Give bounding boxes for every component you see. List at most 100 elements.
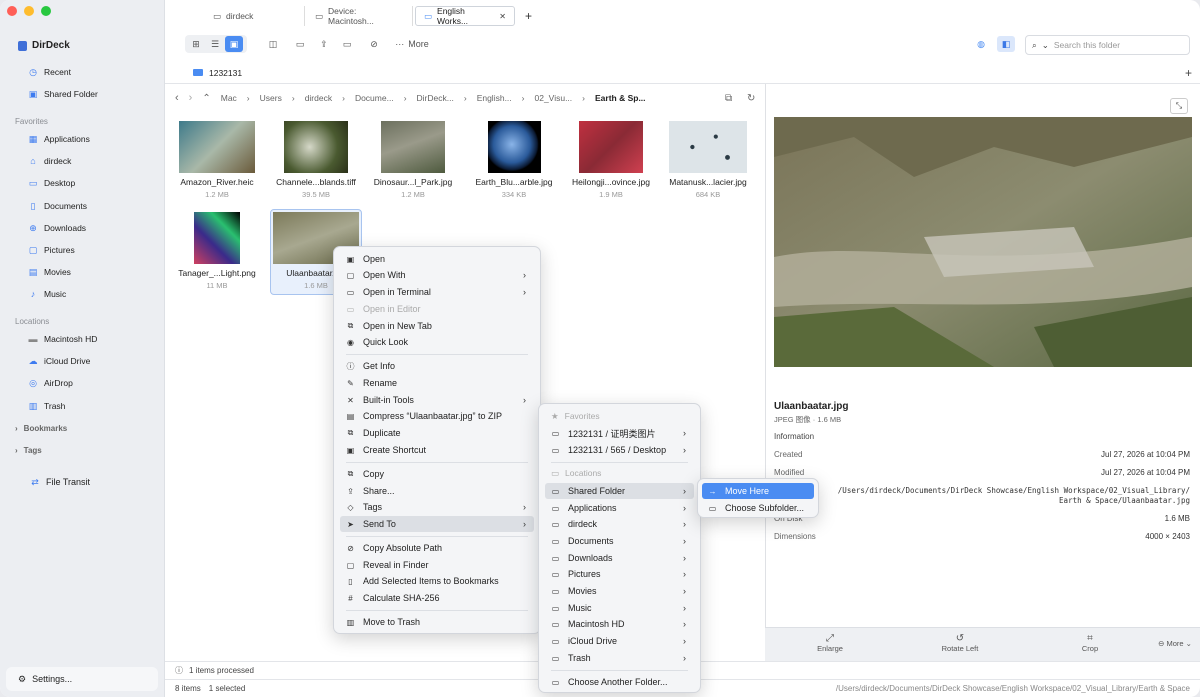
- menu-item-open-with[interactable]: ▢ Open With ›: [340, 267, 534, 283]
- file-item[interactable]: Earth_Blu...arble.jpg 334 KB: [469, 121, 559, 199]
- menu-item-copy[interactable]: ⧉ Copy: [340, 466, 534, 482]
- sidebar-item-dirdeck[interactable]: ⌂ dirdeck: [28, 153, 71, 169]
- menu-item-create-shortcut[interactable]: ▣ Create Shortcut: [340, 442, 534, 458]
- menu-item-add-bookmarks[interactable]: ▯ Add Selected Items to Bookmarks: [340, 573, 534, 589]
- sidebar-item-downloads[interactable]: ⊕ Downloads: [28, 220, 86, 236]
- location-folder-label[interactable]: 1232131: [209, 68, 242, 78]
- new-tab-button[interactable]: +: [517, 6, 537, 26]
- send-to-location[interactable]: ▭ Downloads ›: [545, 550, 694, 566]
- list-view-button[interactable]: ☰: [206, 36, 224, 52]
- new-folder-button[interactable]: ▭: [291, 36, 309, 52]
- sidebar-item-icloud-drive[interactable]: ☁ iCloud Drive: [28, 353, 91, 369]
- breadcrumb-item[interactable]: Mac: [221, 93, 237, 103]
- tab-english-workspace[interactable]: ▭ English Works... ✕: [415, 6, 515, 26]
- file-item[interactable]: Amazon_River.heic 1.2 MB: [172, 121, 262, 199]
- menu-item-share[interactable]: ⇪ Share...: [340, 483, 534, 499]
- sidebar-item-airdrop[interactable]: ◎ AirDrop: [28, 375, 73, 391]
- sidebar-item-desktop[interactable]: ▭ Desktop: [28, 175, 75, 191]
- send-to-shared-folder[interactable]: ▭ Shared Folder ›: [545, 483, 694, 499]
- close-tab-icon[interactable]: ✕: [499, 12, 506, 21]
- minimize-window-button[interactable]: [24, 6, 34, 16]
- sidebar-item-movies[interactable]: ▤ Movies: [28, 264, 71, 280]
- menu-item-open-in-terminal[interactable]: ▭ Open in Terminal ›: [340, 284, 534, 300]
- file-item[interactable]: Dinosaur...l_Park.jpg 1.2 MB: [368, 121, 458, 199]
- expand-preview-button[interactable]: ⤡: [1170, 98, 1188, 114]
- send-to-favorite[interactable]: ▭ 1232131 / 证明类图片 ›: [545, 425, 694, 441]
- send-to-favorite[interactable]: ▭ 1232131 / 565 / Desktop ›: [545, 442, 694, 458]
- sidebar-item-trash[interactable]: ▥ Trash: [28, 398, 66, 414]
- send-to-location[interactable]: ▭ Applications ›: [545, 500, 694, 516]
- more-preview-button[interactable]: ⊖ More ⌄: [1150, 639, 1200, 648]
- send-to-location[interactable]: ▭ Trash ›: [545, 650, 694, 666]
- add-location-button[interactable]: +: [1185, 66, 1192, 80]
- breadcrumb-item[interactable]: Users: [260, 93, 282, 103]
- menu-item-built-in-tools[interactable]: ✕ Built-in Tools ›: [340, 392, 534, 408]
- sidebar-item-documents[interactable]: ▯ Documents: [28, 198, 87, 214]
- share-toolbar-button[interactable]: ⇪: [315, 36, 333, 52]
- crop-button[interactable]: ⌗ Crop: [1060, 633, 1120, 653]
- menu-item-rename[interactable]: ✎ Rename: [340, 375, 534, 391]
- send-to-location[interactable]: ▭ dirdeck ›: [545, 516, 694, 532]
- breadcrumb-item[interactable]: English...: [477, 93, 512, 103]
- breadcrumb-item[interactable]: Docume...: [355, 93, 394, 103]
- breadcrumb-item[interactable]: 02_Visu...: [535, 93, 573, 103]
- rotate-left-button[interactable]: ↺ Rotate Left: [930, 633, 990, 653]
- menu-item-quick-look[interactable]: ◉ Quick Look: [340, 334, 534, 350]
- menu-item-get-info[interactable]: ⓘ Get Info: [340, 358, 534, 374]
- menu-item-move-to-trash[interactable]: ▥ Move to Trash: [340, 614, 534, 630]
- more-toolbar-button[interactable]: ··· More: [392, 36, 432, 52]
- menu-item-reveal-in-finder[interactable]: ▢ Reveal in Finder: [340, 557, 534, 573]
- zoom-window-button[interactable]: [41, 6, 51, 16]
- link-toolbar-button[interactable]: ⊘: [365, 36, 383, 52]
- menu-item-compress[interactable]: ▤ Compress “Ulaanbaatar.jpg” to ZIP: [340, 408, 534, 424]
- copy-path-button[interactable]: ⧉: [725, 93, 732, 104]
- breadcrumb-item[interactable]: dirdeck: [305, 93, 332, 103]
- globe-toolbar-button[interactable]: ◍: [972, 36, 990, 52]
- back-button[interactable]: ‹: [175, 92, 179, 104]
- bookmarks-section-toggle[interactable]: › Bookmarks: [15, 420, 67, 436]
- sidebar-item-applications[interactable]: ▦ Applications: [28, 131, 90, 147]
- gallery-view-button[interactable]: ▣: [225, 36, 243, 52]
- settings-button[interactable]: ⚙ Settings...: [6, 667, 158, 691]
- send-to-location[interactable]: ▭ Movies ›: [545, 583, 694, 599]
- choose-another-folder[interactable]: ▭ Choose Another Folder...: [545, 674, 694, 690]
- send-to-location[interactable]: ▭ iCloud Drive ›: [545, 633, 694, 649]
- file-item[interactable]: Channele...blands.tiff 39.5 MB: [271, 121, 361, 199]
- menu-item-open-in-new-tab[interactable]: ⧉ Open in New Tab: [340, 318, 534, 334]
- sidebar-item-recent[interactable]: ◷ Recent: [28, 64, 71, 80]
- up-button[interactable]: ⌃: [202, 93, 210, 104]
- menu-item-sha256[interactable]: # Calculate SHA-256: [340, 590, 534, 606]
- pane-divider[interactable]: [765, 84, 766, 661]
- tags-section-toggle[interactable]: › Tags: [15, 442, 42, 458]
- tab-dirdeck[interactable]: ▭ dirdeck: [205, 6, 305, 26]
- grid-view-button[interactable]: ⊞: [187, 36, 205, 52]
- menu-item-copy-absolute-path[interactable]: ⊘ Copy Absolute Path: [340, 540, 534, 556]
- file-item[interactable]: Matanusk...lacier.jpg 684 KB: [663, 121, 753, 199]
- search-input[interactable]: ⌕ ⌄ Search this folder: [1025, 35, 1190, 55]
- file-item[interactable]: Tanager_...Light.png 11 MB: [172, 212, 262, 290]
- menu-item-open[interactable]: ▣ Open: [340, 251, 534, 267]
- send-to-location[interactable]: ▭ Documents ›: [545, 533, 694, 549]
- send-to-location[interactable]: ▭ Macintosh HD ›: [545, 616, 694, 632]
- breadcrumb-item[interactable]: DirDeck...: [417, 93, 454, 103]
- enlarge-button[interactable]: ⤢ Enlarge: [800, 633, 860, 653]
- sidebar-item-macintosh-hd[interactable]: ▬ Macintosh HD: [28, 331, 98, 347]
- sidebar-item-music[interactable]: ♪ Music: [28, 286, 66, 302]
- menu-item-send-to[interactable]: ➤ Send To ›: [340, 516, 534, 532]
- preview-toggle-button[interactable]: ◧: [997, 36, 1015, 52]
- sidebar-item-pictures[interactable]: ▢ Pictures: [28, 242, 75, 258]
- file-item[interactable]: Heilongji...ovince.jpg 1.9 MB: [566, 121, 656, 199]
- close-window-button[interactable]: [7, 6, 17, 16]
- forward-button[interactable]: ›: [189, 92, 193, 104]
- split-view-button[interactable]: ◫: [264, 36, 282, 52]
- choose-subfolder-item[interactable]: ▭ Choose Subfolder...: [702, 500, 814, 516]
- sidebar-item-shared-folder[interactable]: ▣ Shared Folder: [28, 86, 98, 102]
- send-to-location[interactable]: ▭ Music ›: [545, 600, 694, 616]
- tab-device-macintosh[interactable]: ▭ Device: Macintosh...: [307, 6, 413, 26]
- terminal-toolbar-button[interactable]: ▭: [338, 36, 356, 52]
- menu-item-duplicate[interactable]: ⧉ Duplicate: [340, 425, 534, 441]
- breadcrumb-current[interactable]: Earth & Sp...: [595, 93, 646, 103]
- file-transit-item[interactable]: ⇄ File Transit: [30, 474, 90, 490]
- menu-item-tags[interactable]: ◇ Tags ›: [340, 499, 534, 515]
- move-here-item[interactable]: → Move Here: [702, 483, 814, 499]
